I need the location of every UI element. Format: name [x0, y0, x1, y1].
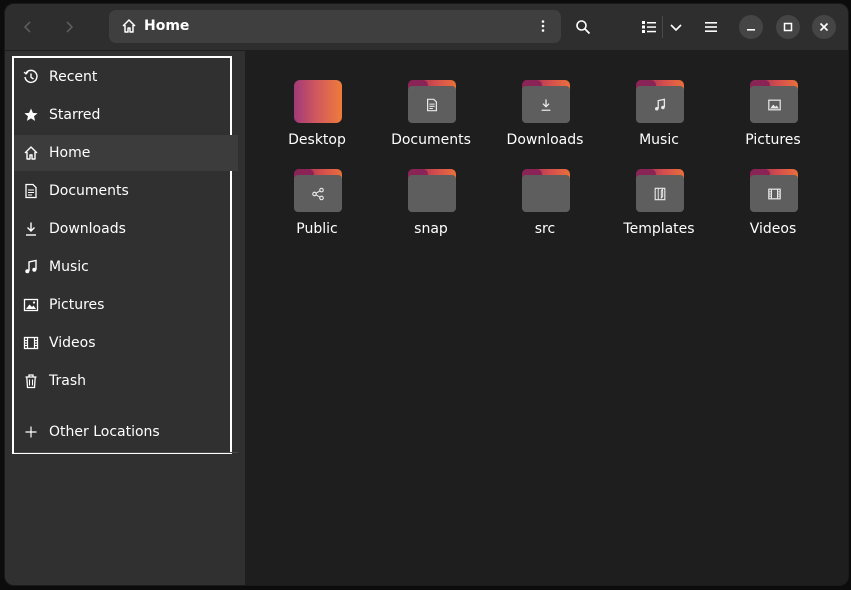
trash-icon	[23, 373, 39, 389]
folder-icon	[408, 169, 456, 212]
music-folder-icon	[636, 80, 684, 123]
folder-label: Desktop	[288, 132, 346, 148]
folder-icon	[522, 169, 570, 212]
path-bar[interactable]: Home	[109, 10, 561, 43]
sidebar-item-label: Home	[49, 145, 91, 161]
templates-folder-icon	[636, 169, 684, 212]
clock-icon	[23, 69, 39, 85]
sidebar-item-pictures[interactable]: Pictures	[14, 287, 238, 323]
vertical-dots-icon[interactable]	[535, 18, 551, 38]
header-bar: Home	[5, 4, 848, 51]
folder-label: Documents	[391, 132, 471, 148]
minimize-icon	[747, 29, 755, 31]
sidebar-item-label: Starred	[49, 107, 101, 123]
folder-videos[interactable]: Videos	[723, 169, 823, 253]
hamburger-icon	[705, 22, 717, 32]
view-options-button[interactable]	[661, 12, 691, 42]
folder-label: snap	[414, 221, 448, 237]
sidebar: Recent Starred Home Documents Downloads	[5, 51, 246, 585]
sidebar-item-videos[interactable]: Videos	[14, 325, 238, 361]
music-icon	[23, 259, 39, 275]
folder-label: Videos	[749, 221, 797, 237]
folder-documents[interactable]: Documents	[381, 80, 481, 164]
sidebar-item-starred[interactable]: Starred	[14, 97, 238, 133]
public-folder-icon	[294, 169, 342, 212]
folder-label: Downloads	[506, 132, 584, 148]
search-icon	[576, 20, 591, 35]
chevron-left-icon	[23, 21, 31, 33]
folder-music[interactable]: Music	[609, 80, 709, 164]
folder-public[interactable]: Public	[267, 169, 367, 253]
downloads-folder-icon	[522, 80, 570, 123]
maximize-icon	[783, 22, 793, 32]
chevron-down-icon	[670, 24, 682, 32]
document-icon	[23, 183, 39, 199]
folder-label: Templates	[623, 221, 695, 237]
sidebar-item-label: Music	[49, 259, 89, 275]
folder-snap[interactable]: snap	[381, 169, 481, 253]
view-mode-button[interactable]	[634, 12, 664, 42]
folder-label: Pictures	[745, 132, 801, 148]
folder-label: Public	[296, 221, 338, 237]
sidebar-item-trash[interactable]: Trash	[14, 363, 238, 399]
sidebar-item-label: Recent	[49, 69, 98, 85]
sidebar-divider	[14, 452, 238, 453]
video-icon	[23, 335, 39, 351]
sidebar-item-label: Documents	[49, 183, 129, 199]
close-button[interactable]	[812, 15, 836, 39]
pictures-folder-icon	[750, 80, 798, 123]
sidebar-item-label: Videos	[49, 335, 96, 351]
maximize-button[interactable]	[776, 15, 800, 39]
folder-pictures[interactable]: Pictures	[723, 80, 823, 164]
home-icon	[23, 145, 39, 161]
folder-label: src	[534, 221, 556, 237]
folder-desktop[interactable]: Desktop	[267, 80, 367, 164]
folder-downloads[interactable]: Downloads	[495, 80, 595, 164]
folder-templates[interactable]: Templates	[609, 169, 709, 253]
videos-folder-icon	[750, 169, 798, 212]
documents-folder-icon	[408, 80, 456, 123]
sidebar-item-downloads[interactable]: Downloads	[14, 211, 238, 247]
main-menu-button[interactable]	[696, 12, 726, 42]
sidebar-item-recent[interactable]: Recent	[14, 59, 238, 95]
sidebar-item-home[interactable]: Home	[14, 135, 238, 171]
folder-src[interactable]: src	[495, 169, 595, 253]
folder-label: Music	[639, 132, 679, 148]
minimize-button[interactable]	[739, 15, 763, 39]
sidebar-item-other-locations[interactable]: Other Locations	[14, 414, 238, 450]
picture-icon	[23, 297, 39, 313]
star-icon	[23, 107, 39, 123]
list-view-icon	[642, 21, 656, 33]
sidebar-item-label: Downloads	[49, 221, 126, 237]
sidebar-item-label: Other Locations	[49, 424, 160, 440]
sidebar-item-music[interactable]: Music	[14, 249, 238, 285]
desktop-folder-icon	[294, 80, 342, 123]
folder-grid: Desktop Documents Downloads Music Pictur…	[246, 51, 848, 585]
home-icon	[121, 18, 137, 38]
file-manager-window: Home Recent Starred Home Documents Downl…	[4, 3, 849, 586]
sidebar-item-label: Trash	[49, 373, 86, 389]
chevron-right-icon	[66, 21, 74, 33]
path-current-folder[interactable]: Home	[144, 18, 189, 34]
close-icon	[819, 22, 829, 32]
forward-button[interactable]	[54, 12, 84, 42]
download-icon	[23, 221, 39, 237]
sidebar-item-documents[interactable]: Documents	[14, 173, 238, 209]
back-button[interactable]	[13, 12, 43, 42]
sidebar-item-label: Pictures	[49, 297, 105, 313]
search-button[interactable]	[568, 12, 598, 42]
plus-icon	[23, 424, 39, 440]
